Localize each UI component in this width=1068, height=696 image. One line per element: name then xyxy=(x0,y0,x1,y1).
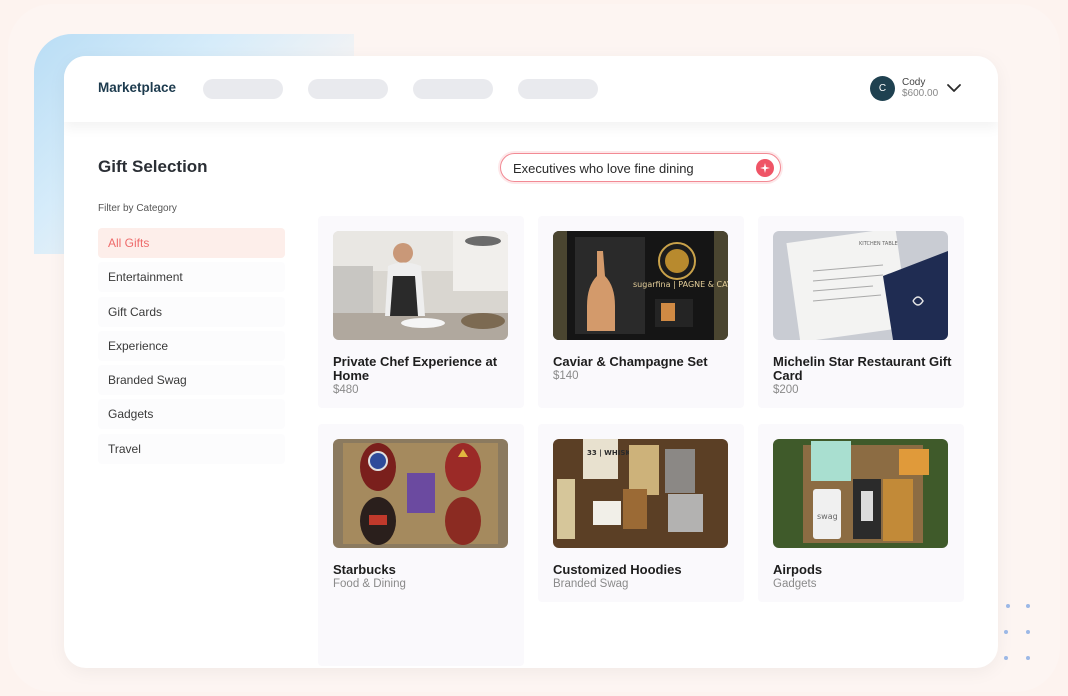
gift-image: 33 | WHISKEY xyxy=(553,439,728,548)
category-gadgets[interactable]: Gadgets xyxy=(98,399,285,430)
account-name: Cody xyxy=(902,77,926,88)
gift-price: $200 xyxy=(773,384,799,396)
gift-title: Starbucks xyxy=(333,562,396,577)
image-caption: swag xyxy=(817,512,838,521)
account-balance: $600.00 xyxy=(902,88,939,99)
category-experience[interactable]: Experience xyxy=(98,330,285,361)
gift-price: $480 xyxy=(333,384,359,396)
gift-subtitle: Food & Dining xyxy=(333,578,406,590)
category-list: All Gifts Entertainment Gift Cards Exper… xyxy=(98,228,285,468)
gift-card[interactable]: KITCHEN TABLE Michelin Star Restaurant G… xyxy=(758,216,964,408)
category-entertainment[interactable]: Entertainment xyxy=(98,262,285,293)
category-branded-swag[interactable]: Branded Swag xyxy=(98,365,285,396)
nav-item-placeholder[interactable] xyxy=(413,79,493,99)
image-caption: sugarfina | PAGNE & CAVIAR xyxy=(633,280,728,289)
app-window: Marketplace C Cody $600.00 Gift Selectio… xyxy=(64,56,998,668)
gift-card[interactable]: Private Chef Experience at Home $480 xyxy=(318,216,524,408)
nav-item-placeholder[interactable] xyxy=(518,79,598,99)
search-input[interactable]: Executives who love fine dining xyxy=(500,153,781,182)
gift-title: Michelin Star Restaurant Gift Card xyxy=(773,354,952,383)
nav-item-placeholder[interactable] xyxy=(203,79,283,99)
gift-title: Customized Hoodies xyxy=(553,562,682,577)
gift-title: Airpods xyxy=(773,562,823,577)
top-navbar: Marketplace C Cody $600.00 xyxy=(64,56,998,122)
category-gift-cards[interactable]: Gift Cards xyxy=(98,296,285,327)
gift-image xyxy=(333,439,508,548)
search-value: Executives who love fine dining xyxy=(513,161,694,176)
filter-label: Filter by Category xyxy=(98,203,177,214)
chevron-down-icon[interactable] xyxy=(946,82,962,94)
category-all-gifts[interactable]: All Gifts xyxy=(98,228,285,258)
nav-item-placeholder[interactable] xyxy=(308,79,388,99)
gift-price: $140 xyxy=(553,370,579,382)
gift-card[interactable]: 33 | WHISKEY Customized Hoodies Branded … xyxy=(538,424,744,602)
gift-image: KITCHEN TABLE xyxy=(773,231,948,340)
gift-card[interactable]: sugarfina | PAGNE & CAVIAR Caviar & Cham… xyxy=(538,216,744,408)
gift-title: Private Chef Experience at Home xyxy=(333,354,498,383)
gift-image: sugarfina | PAGNE & CAVIAR xyxy=(553,231,728,340)
gift-subtitle: Branded Swag xyxy=(553,578,629,590)
sparkle-icon[interactable] xyxy=(756,159,774,177)
image-caption: KITCHEN TABLE xyxy=(859,241,898,247)
gift-image xyxy=(333,231,508,340)
category-travel[interactable]: Travel xyxy=(98,433,285,464)
gift-card[interactable]: Starbucks Food & Dining xyxy=(318,424,524,666)
brand-link[interactable]: Marketplace xyxy=(98,80,176,95)
gift-card[interactable]: swag Airpods Gadgets xyxy=(758,424,964,602)
avatar[interactable]: C xyxy=(870,76,895,101)
gift-subtitle: Gadgets xyxy=(773,578,817,590)
gift-image: swag xyxy=(773,439,948,548)
page-title: Gift Selection xyxy=(98,157,208,176)
gift-title: Caviar & Champagne Set xyxy=(553,354,708,369)
